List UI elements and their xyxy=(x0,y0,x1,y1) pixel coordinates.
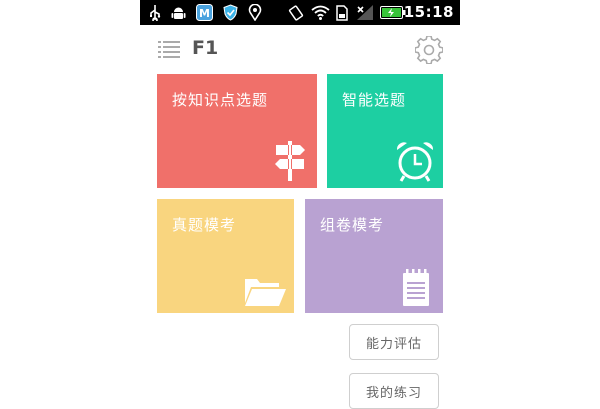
gear-icon[interactable] xyxy=(414,35,444,65)
tile-compose-paper-mock[interactable]: 组卷模考 xyxy=(305,199,443,313)
usb-icon xyxy=(148,4,162,21)
app-m-icon: M xyxy=(195,4,213,21)
signal-icon xyxy=(355,4,375,21)
tile-select-by-knowledge-point[interactable]: 按知识点选题 xyxy=(157,74,317,188)
list-menu-icon[interactable] xyxy=(158,39,182,59)
notepad-icon xyxy=(401,269,431,311)
status-time: 15:18 xyxy=(403,3,454,21)
wifi-icon xyxy=(310,4,330,21)
signpost-icon xyxy=(273,139,307,185)
folder-icon xyxy=(243,275,287,311)
battery-charging-icon xyxy=(380,4,406,21)
app-screen: F1 按知识点选题 智能选题 真题模考 组卷模考 能力评估 我的练习 xyxy=(140,25,460,409)
my-practice-button[interactable]: 我的练习 xyxy=(349,373,439,409)
status-bar: M 15:18 xyxy=(140,0,460,25)
rotate-icon xyxy=(288,4,304,21)
tile-label: 真题模考 xyxy=(172,216,237,234)
android-debug-icon xyxy=(170,4,186,21)
tile-label: 按知识点选题 xyxy=(172,91,269,109)
sd-card-icon xyxy=(335,4,349,21)
tile-label: 智能选题 xyxy=(342,91,407,109)
svg-text:M: M xyxy=(199,7,210,20)
shield-icon xyxy=(222,4,238,21)
tile-label: 组卷模考 xyxy=(320,216,385,234)
location-icon xyxy=(247,4,263,21)
tile-smart-selection[interactable]: 智能选题 xyxy=(327,74,443,188)
page-title: F1 xyxy=(192,37,219,59)
tile-past-exam-mock[interactable]: 真题模考 xyxy=(157,199,294,313)
alarm-clock-icon xyxy=(395,140,435,186)
ability-assessment-button[interactable]: 能力评估 xyxy=(349,324,439,360)
